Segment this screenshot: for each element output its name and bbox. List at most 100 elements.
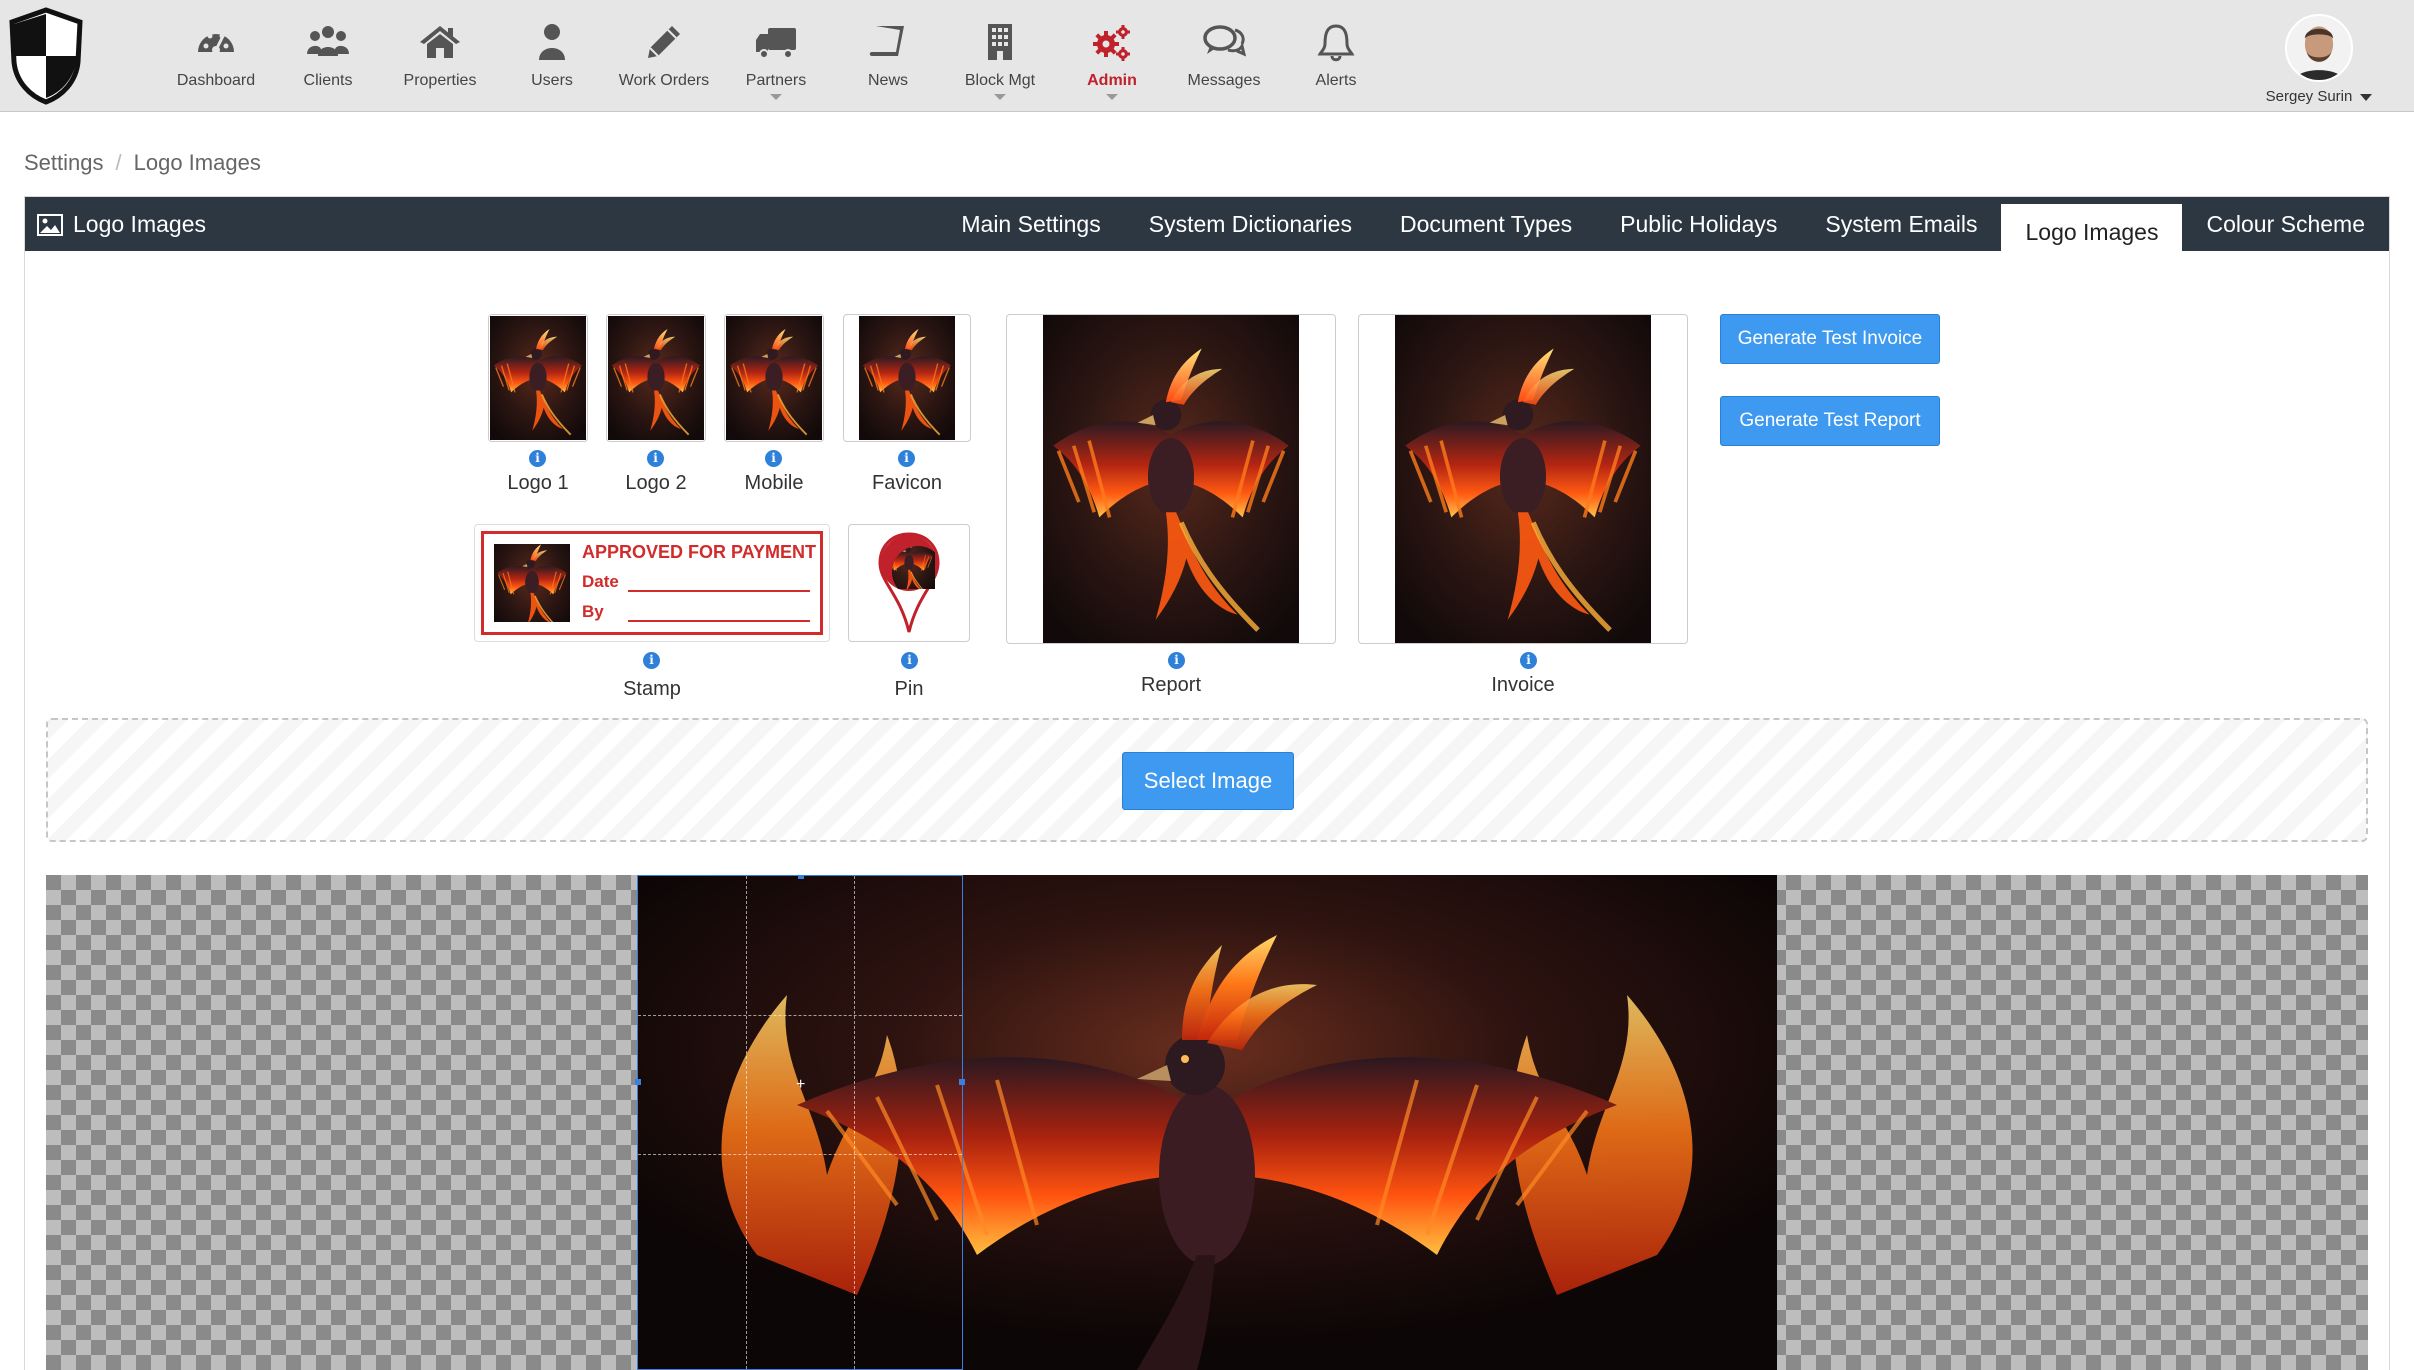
nav-label: Partners — [745, 72, 807, 89]
info-icon[interactable]: i — [643, 652, 660, 669]
nav-work-orders[interactable]: Work Orders — [608, 0, 720, 112]
pin-thumbnail[interactable] — [848, 524, 970, 642]
stamp-date-line — [628, 590, 810, 592]
logo1-thumbnail[interactable] — [488, 314, 588, 442]
map-pin-icon — [878, 532, 940, 633]
building-icon — [988, 24, 1012, 60]
tab-document-types[interactable]: Document Types — [1376, 197, 1596, 251]
tab-logo-images[interactable]: Logo Images — [2001, 201, 2183, 251]
info-icon[interactable]: i — [1168, 652, 1185, 669]
home-icon — [420, 26, 460, 58]
info-icon[interactable]: i — [529, 450, 546, 467]
truck-icon — [756, 28, 796, 59]
crop-center-icon: + — [796, 1076, 806, 1093]
generate-test-invoice-button[interactable]: Generate Test Invoice — [1720, 314, 1940, 364]
image-icon — [37, 213, 63, 236]
favicon-label: Favicon — [871, 472, 943, 494]
stamp-date-label: Date — [582, 572, 619, 591]
book-icon — [869, 26, 904, 56]
phoenix-image — [859, 316, 955, 440]
pencil-icon — [648, 26, 680, 58]
info-icon[interactable]: i — [898, 450, 915, 467]
nav-messages[interactable]: Messages — [1168, 0, 1280, 112]
main-nav: Dashboard Clients Properties Users Work … — [160, 0, 1392, 112]
invoice-thumbnail[interactable] — [1358, 314, 1688, 644]
nav-partners[interactable]: Partners — [720, 0, 832, 112]
tab-system-dictionaries[interactable]: System Dictionaries — [1125, 197, 1376, 251]
logo2-label: Logo 2 — [625, 472, 687, 494]
nav-dashboard[interactable]: Dashboard — [160, 0, 272, 112]
nav-alerts[interactable]: Alerts — [1280, 0, 1392, 112]
chat-bubbles-icon — [1203, 25, 1246, 57]
chevron-down-icon — [994, 94, 1006, 100]
phoenix-image — [490, 316, 586, 440]
mobile-label: Mobile — [744, 472, 804, 494]
tab-colour-scheme[interactable]: Colour Scheme — [2182, 197, 2389, 251]
tab-system-emails[interactable]: System Emails — [1801, 197, 2001, 251]
shield-logo-icon[interactable] — [6, 6, 86, 106]
chevron-down-icon — [1106, 94, 1118, 100]
phoenix-image — [1043, 315, 1299, 643]
phoenix-image — [494, 544, 570, 622]
nav-label: Alerts — [1315, 72, 1357, 89]
user-icon — [539, 24, 565, 60]
stamp-label: Stamp — [623, 678, 681, 700]
panel-title: Logo Images — [37, 211, 206, 238]
pin-label: Pin — [894, 678, 924, 700]
logo1-label: Logo 1 — [507, 472, 569, 494]
nav-clients[interactable]: Clients — [272, 0, 384, 112]
stamp-thumbnail[interactable]: APPROVED FOR PAYMENT Date By — [474, 524, 830, 642]
nav-news[interactable]: News — [832, 0, 944, 112]
top-navbar: Dashboard Clients Properties Users Work … — [0, 0, 2414, 112]
stamp-by-line — [628, 620, 810, 622]
caret-down-icon — [2360, 93, 2373, 101]
stamp-frame: APPROVED FOR PAYMENT Date By — [481, 531, 823, 635]
chevron-down-icon — [770, 94, 782, 100]
select-image-button[interactable]: Select Image — [1122, 752, 1294, 810]
mobile-thumbnail[interactable] — [724, 314, 824, 442]
crop-handle[interactable] — [798, 875, 804, 879]
nav-label: Messages — [1187, 72, 1261, 89]
panel-header: Logo Images Main Settings System Diction… — [25, 197, 2389, 251]
cogs-icon — [1093, 25, 1130, 61]
nav-label: Work Orders — [618, 72, 710, 89]
crop-handle[interactable] — [635, 1079, 641, 1085]
tab-main-settings[interactable]: Main Settings — [937, 197, 1124, 251]
crop-handle[interactable] — [959, 1079, 965, 1085]
report-thumbnail[interactable] — [1006, 314, 1336, 644]
nav-block-mgt[interactable]: Block Mgt — [944, 0, 1056, 112]
info-icon[interactable]: i — [901, 652, 918, 669]
logo2-thumbnail[interactable] — [606, 314, 706, 442]
nav-label: Dashboard — [176, 72, 256, 89]
nav-admin[interactable]: Admin — [1056, 0, 1168, 112]
tab-public-holidays[interactable]: Public Holidays — [1596, 197, 1801, 251]
clients-group-icon — [307, 26, 349, 56]
bell-icon — [1317, 24, 1355, 62]
phoenix-image — [726, 316, 822, 440]
breadcrumb-current: Logo Images — [133, 150, 261, 175]
report-label: Report — [1140, 674, 1202, 696]
avatar — [2285, 14, 2353, 82]
user-menu[interactable]: Sergey Surin — [2244, 14, 2394, 105]
nav-users[interactable]: Users — [496, 0, 608, 112]
info-icon[interactable]: i — [765, 450, 782, 467]
settings-tabs: Main Settings System Dictionaries Docume… — [937, 197, 2389, 251]
breadcrumb-settings[interactable]: Settings — [24, 150, 104, 175]
info-icon[interactable]: i — [1520, 652, 1537, 669]
nav-label: Properties — [403, 72, 477, 89]
nav-label: News — [867, 72, 908, 89]
nav-properties[interactable]: Properties — [384, 0, 496, 112]
user-name: Sergey Surin — [2244, 88, 2394, 105]
crop-selection-box[interactable]: + — [635, 875, 965, 1370]
nav-label: Block Mgt — [964, 72, 1036, 89]
nav-label: Clients — [303, 72, 353, 89]
nav-label: Users — [531, 72, 573, 89]
image-dropzone[interactable]: Select Image — [46, 718, 2368, 842]
stamp-title: APPROVED FOR PAYMENT — [582, 542, 817, 562]
phoenix-image — [608, 316, 704, 440]
image-cropper[interactable]: + — [46, 875, 2368, 1370]
generate-test-report-button[interactable]: Generate Test Report — [1720, 396, 1940, 446]
favicon-thumbnail[interactable] — [843, 314, 971, 442]
info-icon[interactable]: i — [647, 450, 664, 467]
phoenix-image — [1395, 315, 1651, 643]
